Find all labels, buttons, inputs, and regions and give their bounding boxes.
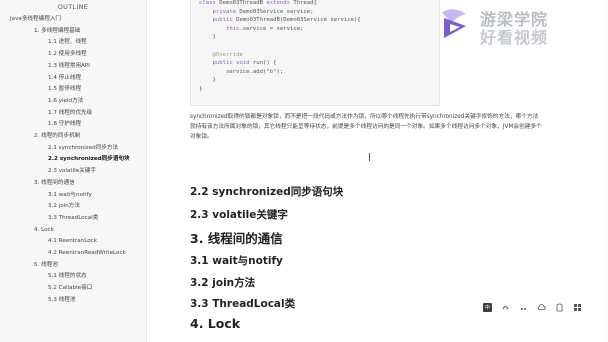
- code-line: public Demo03ThreadB(Demo03Service servi…: [212, 17, 361, 24]
- outline-list: Java多线程编程入门 1. 多线程编程基础 1.1 进程、线程 1.2 使用多线程 1…: [0, 14, 146, 307]
- outline-item[interactable]: 1. 多线程编程基础: [0, 26, 146, 38]
- code-line: }: [199, 34, 216, 41]
- heading-3-2: 3.2 join方法: [190, 277, 256, 289]
- outline-item[interactable]: 3.3 ThreadLocal类: [0, 213, 146, 225]
- heading-2-3: 2.3 volatile关键字: [190, 209, 288, 221]
- outline-item[interactable]: Java多线程编程入门: [0, 14, 146, 26]
- outline-item[interactable]: 1.5 暂停线程: [0, 84, 146, 96]
- outline-item[interactable]: 2.3 volatile关键字: [0, 166, 146, 178]
- outline-item[interactable]: 2.2 synchronized同步语句块: [0, 154, 146, 166]
- ime-badge: 中: [483, 303, 493, 312]
- heading-3-3: 3.3 ThreadLocal类: [190, 298, 296, 310]
- outline-item[interactable]: 2.1 synchronized同步方法: [0, 143, 146, 155]
- outline-item[interactable]: 1.8 守护线程: [0, 119, 146, 131]
- outline-title: OUTLINE: [57, 3, 89, 11]
- logo-subtitle: 好看视频: [480, 28, 549, 47]
- code-line: class Demo03ThreadB extends Thread{: [199, 0, 317, 6]
- punctuation-icon[interactable]: [519, 303, 528, 312]
- heading-3: 3. 线程间的通信: [190, 231, 283, 246]
- heading-2-2: 2.2 synchronized同步语句块: [190, 186, 344, 198]
- code-line: }: [199, 77, 216, 84]
- code-line: }: [199, 85, 203, 92]
- outline-item[interactable]: 2. 线程的同步机制: [0, 131, 146, 143]
- outline-item[interactable]: 5.3 线程池: [0, 295, 146, 307]
- outline-item[interactable]: 5.1 线程的状态: [0, 271, 146, 283]
- grid-icon[interactable]: [573, 303, 582, 312]
- outline-item[interactable]: 4.1 ReentranLock: [0, 236, 146, 248]
- scrollbar[interactable]: [604, 0, 608, 342]
- outline-item[interactable]: 1.3 线程常用API: [0, 61, 146, 73]
- outline-item[interactable]: 1.4 停止线程: [0, 73, 146, 85]
- outline-item[interactable]: 4.2 ReentranReadWriteLock: [0, 248, 146, 260]
- outline-item[interactable]: 1.2 使用多线程: [0, 49, 146, 61]
- text-cursor: [369, 153, 370, 161]
- outline-item[interactable]: 3. 线程间的通信: [0, 178, 146, 190]
- keyboard-icon[interactable]: 中: [483, 303, 493, 312]
- outline-item[interactable]: 5.2 Callable接口: [0, 283, 146, 295]
- watermark-logo: 游梁学院 好看视频: [436, 4, 598, 47]
- skin-icon[interactable]: [555, 303, 564, 312]
- logo-mark-icon: [442, 9, 466, 38]
- code-line: public void run() {: [212, 60, 277, 67]
- ime-mode-icon[interactable]: [501, 303, 510, 312]
- document-area: class Demo03ThreadB extends Thread{ priv…: [146, 0, 608, 342]
- code-block: class Demo03ThreadB extends Thread{ priv…: [190, 0, 440, 106]
- code-line: @Override: [212, 51, 243, 58]
- system-toolbar: 中: [483, 303, 582, 312]
- outline-sidebar: OUTLINE Java多线程编程入门 1. 多线程编程基础 1.1 进程、线程 1.…: [0, 0, 147, 342]
- outline-item[interactable]: 1.7 线程的优先级: [0, 108, 146, 120]
- cloud-icon[interactable]: [537, 303, 546, 312]
- paragraph-synchronized: synchronized取得的锁都是对象锁，而不是把一段代码或方法作为锁，所以哪…: [190, 114, 542, 140]
- outline-item[interactable]: 3.1 wait与notify: [0, 190, 146, 202]
- code-line: service.add("b");: [199, 68, 284, 75]
- code-line: private Demo03Service service;: [212, 8, 314, 15]
- outline-item[interactable]: 1.6 yield方法: [0, 96, 146, 108]
- outline-item[interactable]: 1.1 进程、线程: [0, 37, 146, 49]
- outline-item[interactable]: 3.2 join方法: [0, 201, 146, 213]
- heading-3-1: 3.1 wait与notify: [190, 255, 283, 267]
- heading-4: 4. Lock: [190, 316, 241, 331]
- outline-item[interactable]: 4. Lock: [0, 225, 146, 237]
- code-line: this.service = service;: [225, 25, 304, 32]
- outline-item[interactable]: 5. 线程池: [0, 260, 146, 272]
